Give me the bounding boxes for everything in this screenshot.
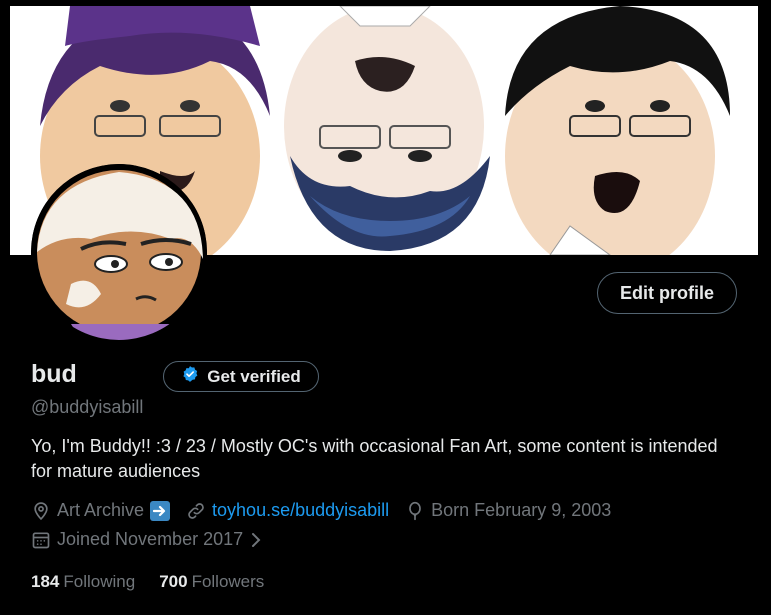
get-verified-label: Get verified	[207, 366, 301, 386]
following-link[interactable]: 184 Following	[31, 572, 135, 592]
followers-link[interactable]: 700 Followers	[159, 572, 264, 592]
link-icon	[186, 501, 206, 521]
verified-badge-icon	[181, 365, 199, 388]
website-link[interactable]: toyhou.se/buddyisabill	[212, 500, 389, 521]
location-text: Art Archive	[57, 500, 145, 520]
edit-profile-button[interactable]: Edit profile	[597, 272, 737, 314]
following-label: Following	[63, 572, 136, 591]
chevron-right-icon	[249, 532, 263, 548]
website-item: toyhou.se/buddyisabill	[186, 500, 389, 521]
birthday-item: Born February 9, 2003	[405, 500, 611, 521]
profile-avatar[interactable]	[31, 164, 207, 340]
joined-text: Joined November 2017	[57, 529, 244, 549]
following-count: 184	[31, 572, 60, 591]
follow-stats: 184 Following 700 Followers	[31, 572, 288, 592]
followers-label: Followers	[191, 572, 265, 591]
balloon-icon	[405, 501, 425, 521]
get-verified-button[interactable]: Get verified	[163, 361, 319, 392]
joined-item[interactable]: Joined November 2017	[31, 529, 263, 550]
profile-meta-row: Art Archive toyhou.se/buddyisabill Born …	[31, 500, 627, 521]
display-name: bud	[31, 360, 77, 388]
calendar-icon	[31, 530, 51, 550]
profile-meta-row-2: Joined November 2017	[31, 529, 279, 550]
location-pin-icon	[31, 501, 51, 521]
location-item: Art Archive	[31, 500, 171, 521]
user-handle: @buddyisabill	[31, 397, 144, 417]
followers-count: 700	[159, 572, 188, 591]
right-arrow-emoji-icon	[150, 500, 171, 521]
birthday-text: Born February 9, 2003	[431, 500, 612, 520]
profile-bio: Yo, I'm Buddy!! :3 / 23 / Mostly OC's wi…	[31, 436, 718, 481]
